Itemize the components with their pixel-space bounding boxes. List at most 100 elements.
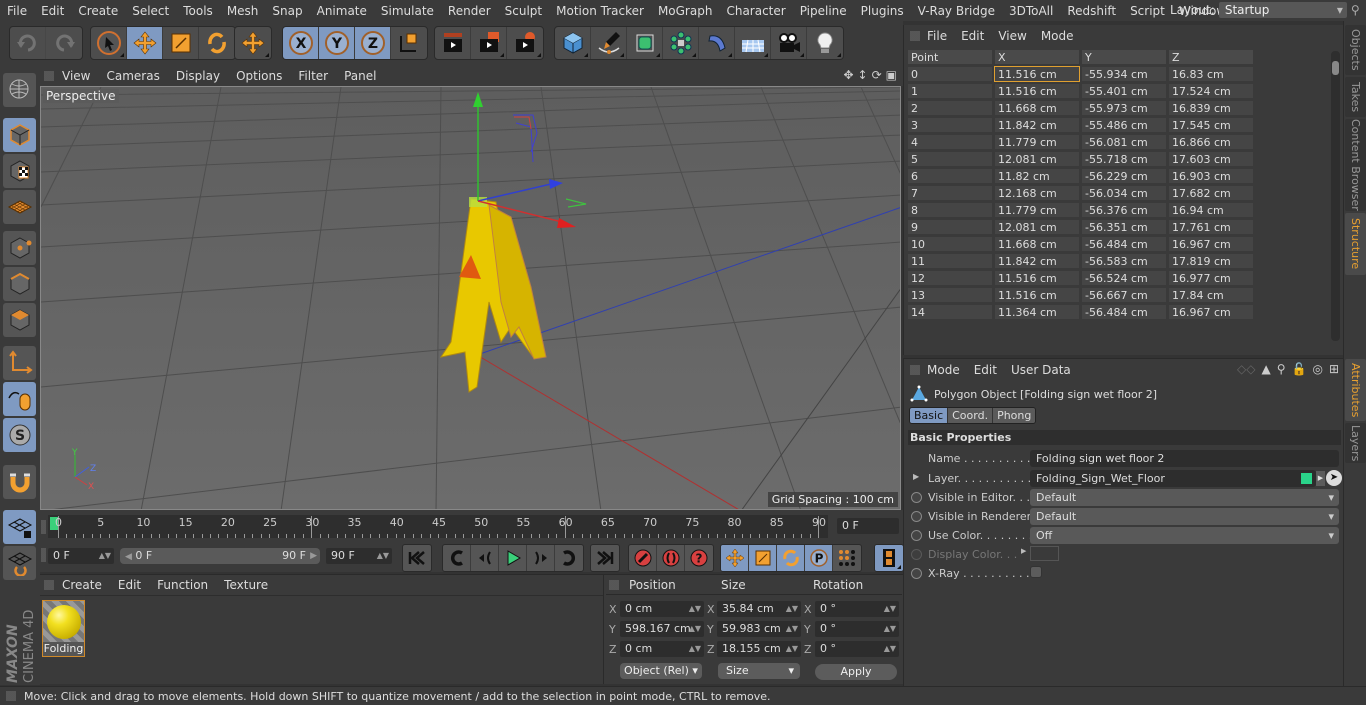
- z-cell[interactable]: 17.524 cm: [1168, 83, 1254, 99]
- panel-grip[interactable]: [41, 548, 46, 562]
- menu-sculpt[interactable]: Sculpt: [498, 4, 549, 18]
- material-menu-create[interactable]: Create: [54, 578, 110, 592]
- start-frame-field[interactable]: 0 F ▲▼: [48, 548, 114, 564]
- name-field[interactable]: Folding sign wet floor 2: [1030, 450, 1339, 467]
- menu-animate[interactable]: Animate: [310, 4, 374, 18]
- timeline-ruler[interactable]: 0 5 10 15 20 25 30 35 40 45 50 55 60 65 70 75 80 85 90: [48, 515, 828, 538]
- menu-mograph[interactable]: MoGraph: [651, 4, 720, 18]
- spinner-icon[interactable]: ▲▼: [377, 548, 389, 564]
- x-cell[interactable]: 11.668 cm: [994, 100, 1080, 116]
- viewport-menu-filter[interactable]: Filter: [290, 69, 336, 83]
- panel-grip[interactable]: [910, 364, 920, 375]
- layer-menu-arrow-icon[interactable]: ▶: [1316, 471, 1325, 486]
- viewport-menu-options[interactable]: Options: [228, 69, 290, 83]
- play-button[interactable]: [499, 545, 527, 571]
- magnet-button[interactable]: [3, 465, 36, 499]
- z-cell[interactable]: 17.819 cm: [1168, 253, 1254, 269]
- expand-arrow-icon[interactable]: ▶: [1021, 547, 1026, 555]
- edges-mode-button[interactable]: [3, 267, 36, 301]
- recent-tool-button[interactable]: [235, 27, 271, 59]
- size-mode-dropdown[interactable]: Size ▾: [718, 663, 800, 679]
- current-frame-field[interactable]: 0 F: [837, 518, 899, 534]
- prev-frame-button[interactable]: [471, 545, 499, 571]
- attribute-menu-edit[interactable]: Edit: [967, 363, 1004, 377]
- undo-button[interactable]: [10, 27, 46, 59]
- size-z-field[interactable]: 18.155 cm ▲▼: [717, 641, 801, 657]
- spinner-icon[interactable]: ▲▼: [689, 601, 701, 617]
- z-cell[interactable]: 16.903 cm: [1168, 168, 1254, 184]
- model-mode-button[interactable]: [3, 118, 36, 152]
- coordinate-system-button[interactable]: [391, 27, 427, 59]
- scrollbar-thumb[interactable]: [1332, 61, 1339, 75]
- camera-button[interactable]: [771, 27, 807, 59]
- menu-simulate[interactable]: Simulate: [374, 4, 441, 18]
- animate-radio[interactable]: [911, 530, 922, 541]
- scale-tool-button[interactable]: [163, 27, 199, 59]
- range-right-arrow-icon[interactable]: ▶: [310, 548, 317, 564]
- tab-phong[interactable]: Phong: [993, 408, 1036, 423]
- x-cell[interactable]: 12.081 cm: [994, 151, 1080, 167]
- z-cell[interactable]: 17.682 cm: [1168, 185, 1254, 201]
- menu-redshift[interactable]: Redshift: [1060, 4, 1123, 18]
- x-cell[interactable]: 11.516 cm: [994, 83, 1080, 99]
- render-settings-button[interactable]: [507, 27, 543, 59]
- side-tab-attributes[interactable]: Attributes: [1345, 359, 1366, 421]
- planar-workplane-button[interactable]: [3, 546, 36, 580]
- visible-renderer-dropdown[interactable]: Default: [1030, 508, 1339, 525]
- attribute-menu-mode[interactable]: Mode: [920, 363, 967, 377]
- new-window-icon[interactable]: ⊞: [1329, 362, 1339, 376]
- z-cell[interactable]: 16.866 cm: [1168, 134, 1254, 150]
- z-cell[interactable]: 16.94 cm: [1168, 202, 1254, 218]
- x-axis-lock-button[interactable]: X: [283, 27, 319, 59]
- position-z-field[interactable]: 0 cm ▲▼: [620, 641, 704, 657]
- menu-character[interactable]: Character: [719, 4, 792, 18]
- axis-mode-button[interactable]: [3, 346, 36, 380]
- z-cell[interactable]: 16.83 cm: [1168, 66, 1254, 82]
- x-cell[interactable]: 11.82 cm: [994, 168, 1080, 184]
- pen-button[interactable]: [591, 27, 627, 59]
- target-icon[interactable]: ◎: [1312, 362, 1322, 376]
- light-button[interactable]: [807, 27, 843, 59]
- structure-scrollbar[interactable]: [1331, 51, 1340, 341]
- table-row[interactable]: 6 11.82 cm -56.229 cm 16.903 cm: [907, 168, 1254, 184]
- material-menu-edit[interactable]: Edit: [110, 578, 149, 592]
- use-color-dropdown[interactable]: Off: [1030, 527, 1339, 544]
- position-y-field[interactable]: 598.167 cm ▲▼: [620, 621, 704, 637]
- structure-menu-edit[interactable]: Edit: [954, 29, 991, 43]
- menu-edit[interactable]: Edit: [34, 4, 71, 18]
- expand-arrow-icon[interactable]: ▶: [913, 472, 919, 481]
- workplane-mode-button[interactable]: [3, 190, 36, 224]
- y-cell[interactable]: -55.486 cm: [1081, 117, 1167, 133]
- table-row[interactable]: 7 12.168 cm -56.034 cm 17.682 cm: [907, 185, 1254, 201]
- side-tab-objects[interactable]: Objects: [1345, 25, 1366, 75]
- range-left-arrow-icon[interactable]: ◀: [125, 552, 132, 562]
- size-x-field[interactable]: 35.84 cm ▲▼: [717, 601, 801, 617]
- record-active-objects-button[interactable]: [629, 545, 657, 571]
- redo-button[interactable]: [46, 27, 82, 59]
- side-tab-layers[interactable]: Layers: [1345, 423, 1366, 463]
- x-cell[interactable]: 11.779 cm: [994, 134, 1080, 150]
- visible-editor-dropdown[interactable]: Default: [1030, 489, 1339, 506]
- spinner-icon[interactable]: ▲▼: [99, 548, 111, 564]
- layer-field[interactable]: Folding_Sign_Wet_Floor: [1030, 470, 1316, 487]
- y-cell[interactable]: -56.667 cm: [1081, 287, 1167, 303]
- layout-dropdown[interactable]: Startup: [1218, 2, 1347, 18]
- locked-workplane-button[interactable]: [3, 510, 36, 544]
- panel-grip[interactable]: [44, 580, 54, 590]
- y-cell[interactable]: -56.524 cm: [1081, 270, 1167, 286]
- search-icon[interactable]: ⚲: [1351, 3, 1365, 17]
- spinner-icon[interactable]: ▲▼: [786, 621, 798, 637]
- subdivision-surface-button[interactable]: [627, 27, 663, 59]
- prev-keyframe-button[interactable]: [443, 545, 471, 571]
- y-cell[interactable]: -55.973 cm: [1081, 100, 1167, 116]
- table-row[interactable]: 10 11.668 cm -56.484 cm 16.967 cm: [907, 236, 1254, 252]
- floor-button[interactable]: [735, 27, 771, 59]
- menu-pipeline[interactable]: Pipeline: [793, 4, 854, 18]
- y-cell[interactable]: -56.484 cm: [1081, 304, 1167, 320]
- y-cell[interactable]: -55.718 cm: [1081, 151, 1167, 167]
- table-row[interactable]: 11 11.842 cm -56.583 cm 17.819 cm: [907, 253, 1254, 269]
- column-header-z[interactable]: Z: [1168, 49, 1254, 65]
- x-cell[interactable]: 11.516 cm: [994, 270, 1080, 286]
- rotation-z-field[interactable]: 0 ° ▲▼: [815, 641, 899, 657]
- structure-menu-view[interactable]: View: [991, 29, 1033, 43]
